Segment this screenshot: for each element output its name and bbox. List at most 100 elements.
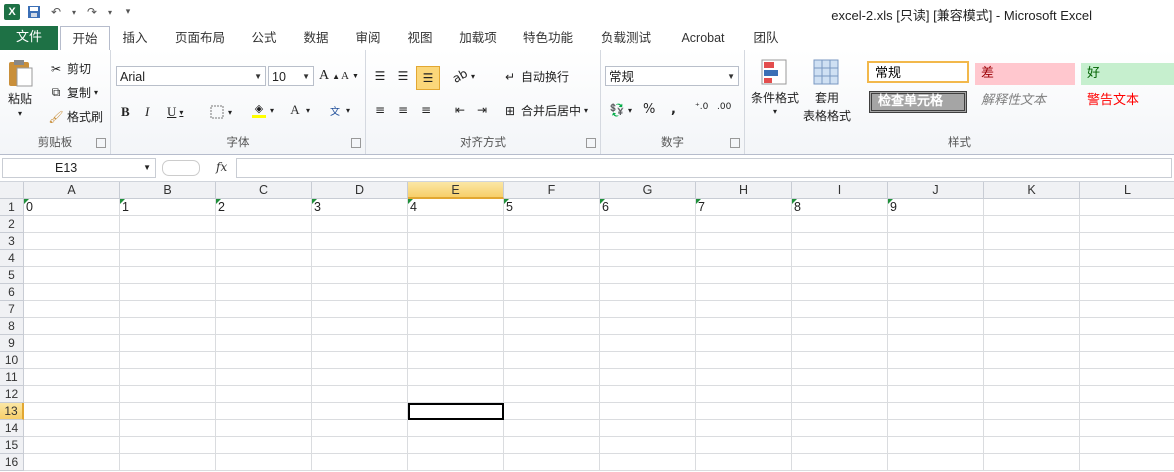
tab-addins[interactable]: 加载项	[450, 26, 506, 50]
cell-B12[interactable]	[120, 386, 216, 403]
column-header[interactable]: D	[312, 182, 408, 199]
cell-D11[interactable]	[312, 369, 408, 386]
cell-A14[interactable]	[24, 420, 120, 437]
cell-G4[interactable]	[600, 250, 696, 267]
cell-B7[interactable]	[120, 301, 216, 318]
row-header[interactable]: 5	[0, 267, 24, 284]
style-bad[interactable]: 差	[975, 63, 1075, 85]
style-good[interactable]: 好	[1081, 63, 1174, 85]
cell-J3[interactable]	[888, 233, 984, 250]
cell-D2[interactable]	[312, 216, 408, 233]
cell-F15[interactable]	[504, 437, 600, 454]
cell-J15[interactable]	[888, 437, 984, 454]
cell-K14[interactable]	[984, 420, 1080, 437]
orientation-button[interactable]: ab ▾	[450, 66, 475, 86]
cell-B9[interactable]	[120, 335, 216, 352]
shrink-font-button[interactable]: A ▼	[341, 70, 359, 82]
style-check-cell[interactable]: 检查单元格	[869, 91, 967, 113]
row-header[interactable]: 9	[0, 335, 24, 352]
cell-C6[interactable]	[216, 284, 312, 301]
cell-B2[interactable]	[120, 216, 216, 233]
align-right-button[interactable]: ≡	[418, 102, 434, 118]
cell-K10[interactable]	[984, 352, 1080, 369]
cell-J1[interactable]: 9	[888, 199, 984, 216]
tab-special[interactable]: 特色功能	[514, 26, 582, 50]
cell-J14[interactable]	[888, 420, 984, 437]
cell-F10[interactable]	[504, 352, 600, 369]
cell-B3[interactable]	[120, 233, 216, 250]
cell-D7[interactable]	[312, 301, 408, 318]
tab-view[interactable]: 视图	[398, 26, 442, 50]
cell-J4[interactable]	[888, 250, 984, 267]
name-box[interactable]: E13 ▼	[2, 158, 156, 178]
cell-I5[interactable]	[792, 267, 888, 284]
formula-bar-resize-handle[interactable]	[162, 160, 200, 176]
cell-E1[interactable]: 4	[408, 199, 504, 216]
cell-I6[interactable]	[792, 284, 888, 301]
cell-G5[interactable]	[600, 267, 696, 284]
borders-button[interactable]: ▾	[209, 104, 232, 120]
cell-A10[interactable]	[24, 352, 120, 369]
row-header[interactable]: 8	[0, 318, 24, 335]
cell-A7[interactable]	[24, 301, 120, 318]
cell-C5[interactable]	[216, 267, 312, 284]
number-format-select[interactable]: 常规 ▼	[605, 66, 739, 86]
tab-acrobat[interactable]: Acrobat	[670, 26, 736, 50]
cell-H10[interactable]	[696, 352, 792, 369]
cell-L1[interactable]	[1080, 199, 1174, 216]
cell-F2[interactable]	[504, 216, 600, 233]
cell-G3[interactable]	[600, 233, 696, 250]
cell-H15[interactable]	[696, 437, 792, 454]
cell-C3[interactable]	[216, 233, 312, 250]
tab-file[interactable]: 文件	[0, 26, 58, 50]
cell-E8[interactable]	[408, 318, 504, 335]
cell-I16[interactable]	[792, 454, 888, 471]
column-header[interactable]: J	[888, 182, 984, 199]
cell-C10[interactable]	[216, 352, 312, 369]
cell-K5[interactable]	[984, 267, 1080, 284]
underline-button[interactable]: U ▾	[167, 104, 183, 120]
cell-G11[interactable]	[600, 369, 696, 386]
tab-data[interactable]: 数据	[294, 26, 338, 50]
style-normal[interactable]: 常规	[867, 61, 969, 83]
cell-G15[interactable]	[600, 437, 696, 454]
conditional-formatting-button[interactable]: 条件格式 ▾	[751, 58, 799, 116]
style-warning[interactable]: 警告文本	[1081, 90, 1174, 112]
cell-F8[interactable]	[504, 318, 600, 335]
cell-H9[interactable]	[696, 335, 792, 352]
cell-F12[interactable]	[504, 386, 600, 403]
insert-function-icon[interactable]: fx	[216, 160, 227, 174]
tab-load-test[interactable]: 负载测试	[592, 26, 660, 50]
cell-J8[interactable]	[888, 318, 984, 335]
row-header[interactable]: 2	[0, 216, 24, 233]
cell-E7[interactable]	[408, 301, 504, 318]
cell-D13[interactable]	[312, 403, 408, 420]
row-header[interactable]: 11	[0, 369, 24, 386]
row-header[interactable]: 10	[0, 352, 24, 369]
paste-dropdown-icon[interactable]: ▾	[18, 109, 22, 118]
cell-K4[interactable]	[984, 250, 1080, 267]
cell-I14[interactable]	[792, 420, 888, 437]
comma-button[interactable]: ,	[671, 102, 676, 117]
cell-A8[interactable]	[24, 318, 120, 335]
cell-G6[interactable]	[600, 284, 696, 301]
align-left-button[interactable]: ≡	[372, 102, 388, 118]
cell-J16[interactable]	[888, 454, 984, 471]
cell-I15[interactable]	[792, 437, 888, 454]
copy-button[interactable]: ⧉ 复制 ▾	[48, 84, 98, 101]
cell-A9[interactable]	[24, 335, 120, 352]
cell-E9[interactable]	[408, 335, 504, 352]
cell-E2[interactable]	[408, 216, 504, 233]
cell-H11[interactable]	[696, 369, 792, 386]
cell-D4[interactable]	[312, 250, 408, 267]
cell-H16[interactable]	[696, 454, 792, 471]
cell-K16[interactable]	[984, 454, 1080, 471]
tab-insert[interactable]: 插入	[112, 26, 158, 50]
cell-B11[interactable]	[120, 369, 216, 386]
cell-B6[interactable]	[120, 284, 216, 301]
formula-input[interactable]	[236, 158, 1172, 178]
font-name-select[interactable]: Arial ▼	[116, 66, 266, 86]
select-all-corner[interactable]	[0, 182, 24, 199]
cell-F16[interactable]	[504, 454, 600, 471]
cell-G9[interactable]	[600, 335, 696, 352]
